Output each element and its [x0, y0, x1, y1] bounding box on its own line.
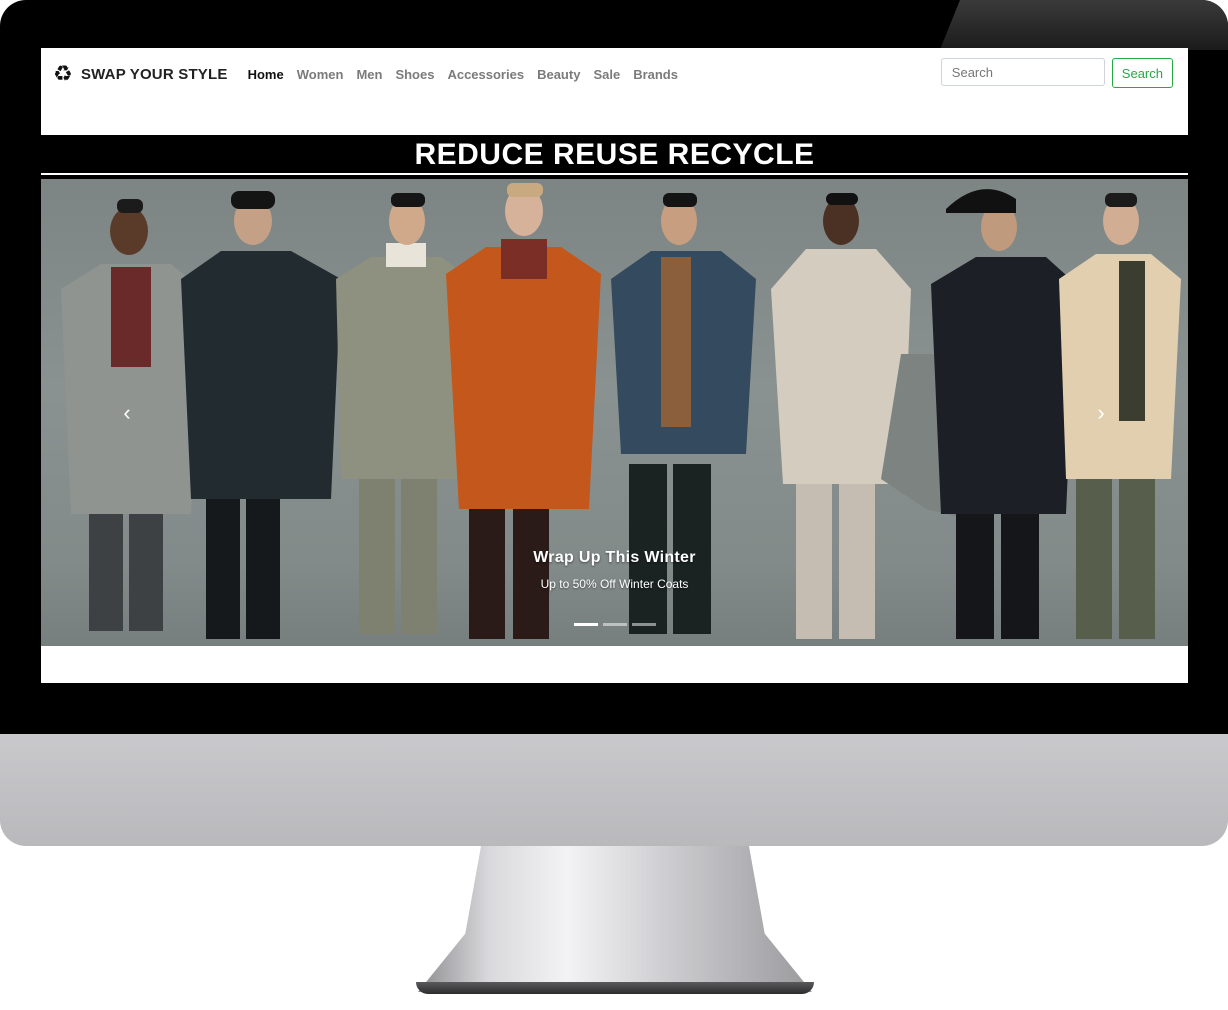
recycle-icon: ♻	[53, 61, 73, 86]
carousel-indicators	[574, 623, 661, 626]
nav-item-shoes[interactable]: Shoes	[395, 67, 434, 82]
carousel-indicator-2[interactable]	[603, 623, 627, 626]
hero-image	[41, 183, 1188, 646]
chevron-left-icon: ‹	[123, 400, 131, 425]
carousel-next-button[interactable]: ›	[1089, 401, 1113, 425]
nav-item-home[interactable]: Home	[248, 67, 284, 82]
monitor-stand	[418, 846, 812, 992]
navbar: ♻ SWAP YOUR STYLE Home Women Men Shoes A…	[41, 48, 1188, 100]
nav-item-women[interactable]: Women	[297, 67, 344, 82]
chevron-right-icon: ›	[1097, 400, 1105, 425]
search-button[interactable]: Search	[1111, 58, 1173, 88]
browser-screen: ♻ SWAP YOUR STYLE Home Women Men Shoes A…	[41, 48, 1188, 683]
carousel-indicator-3[interactable]	[632, 623, 656, 626]
monitor-chin	[0, 734, 1228, 846]
slide-title: Wrap Up This Winter	[533, 549, 696, 566]
nav-item-men[interactable]: Men	[356, 67, 382, 82]
hero-carousel[interactable]: ‹ › Wrap Up This Winter Up to 50% Off Wi…	[41, 179, 1188, 646]
nav-menu: Home Women Men Shoes Accessories Beauty …	[248, 67, 691, 82]
brand-link[interactable]: ♻ SWAP YOUR STYLE	[53, 63, 228, 85]
banner-heading: REDUCE REUSE RECYCLE	[41, 135, 1188, 173]
nav-item-beauty[interactable]: Beauty	[537, 67, 580, 82]
nav-item-sale[interactable]: Sale	[593, 67, 620, 82]
nav-item-brands[interactable]: Brands	[633, 67, 678, 82]
slide-caption: Up to 50% Off Winter Coats	[540, 577, 689, 591]
bezel-reflection	[939, 0, 1228, 50]
search-input[interactable]	[940, 58, 1105, 86]
carousel-indicator-1[interactable]	[574, 623, 598, 626]
monitor-stand-base	[416, 982, 814, 994]
carousel-prev-button[interactable]: ‹	[115, 401, 139, 425]
nav-item-accessories[interactable]: Accessories	[447, 67, 524, 82]
search-form: Search	[940, 58, 1173, 88]
brand-name: SWAP YOUR STYLE	[80, 65, 228, 83]
